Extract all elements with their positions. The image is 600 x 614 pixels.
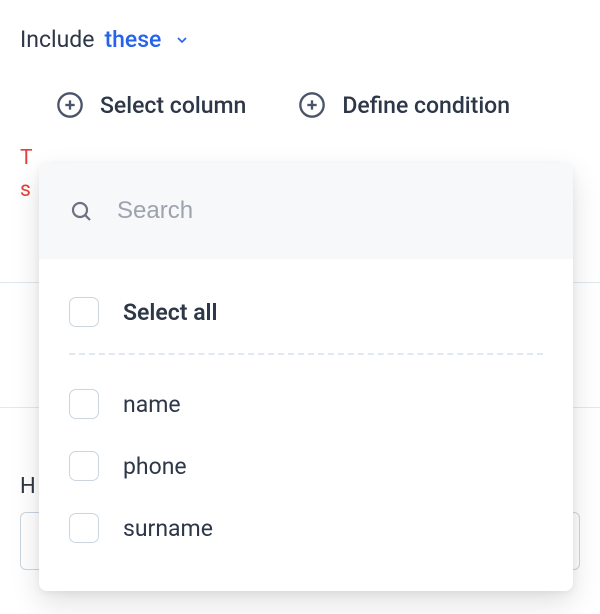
dropdown-search-bar [39, 163, 573, 259]
define-condition-button[interactable]: Define condition [298, 91, 510, 119]
list-item[interactable]: phone [69, 435, 543, 497]
list-item[interactable]: name [69, 373, 543, 435]
checkbox[interactable] [69, 389, 99, 419]
search-input[interactable] [117, 197, 543, 225]
chevron-down-icon[interactable] [173, 31, 191, 49]
checkbox[interactable] [69, 451, 99, 481]
option-label: phone [123, 453, 187, 480]
plus-circle-icon [298, 91, 326, 119]
checkbox[interactable] [69, 297, 99, 327]
define-condition-label: Define condition [342, 92, 510, 119]
select-all-option[interactable]: Select all [69, 281, 543, 343]
option-label: surname [123, 515, 213, 542]
search-icon [69, 199, 93, 223]
list-item[interactable]: surname [69, 497, 543, 559]
options-separator [69, 353, 543, 355]
include-label: Include [20, 26, 94, 53]
filter-header: Include these [0, 0, 600, 67]
plus-circle-icon [56, 91, 84, 119]
these-dropdown-trigger[interactable]: these [104, 26, 161, 53]
dropdown-options: Select all name phone surname [39, 259, 573, 591]
select-column-label: Select column [100, 92, 246, 119]
filter-buttons-row: Select column Define condition [0, 67, 600, 143]
hidden-field-label: H [20, 474, 36, 499]
select-all-label: Select all [123, 299, 218, 326]
option-label: name [123, 391, 181, 418]
column-select-dropdown: Select all name phone surname [39, 163, 573, 591]
checkbox[interactable] [69, 513, 99, 543]
select-column-button[interactable]: Select column [56, 91, 246, 119]
